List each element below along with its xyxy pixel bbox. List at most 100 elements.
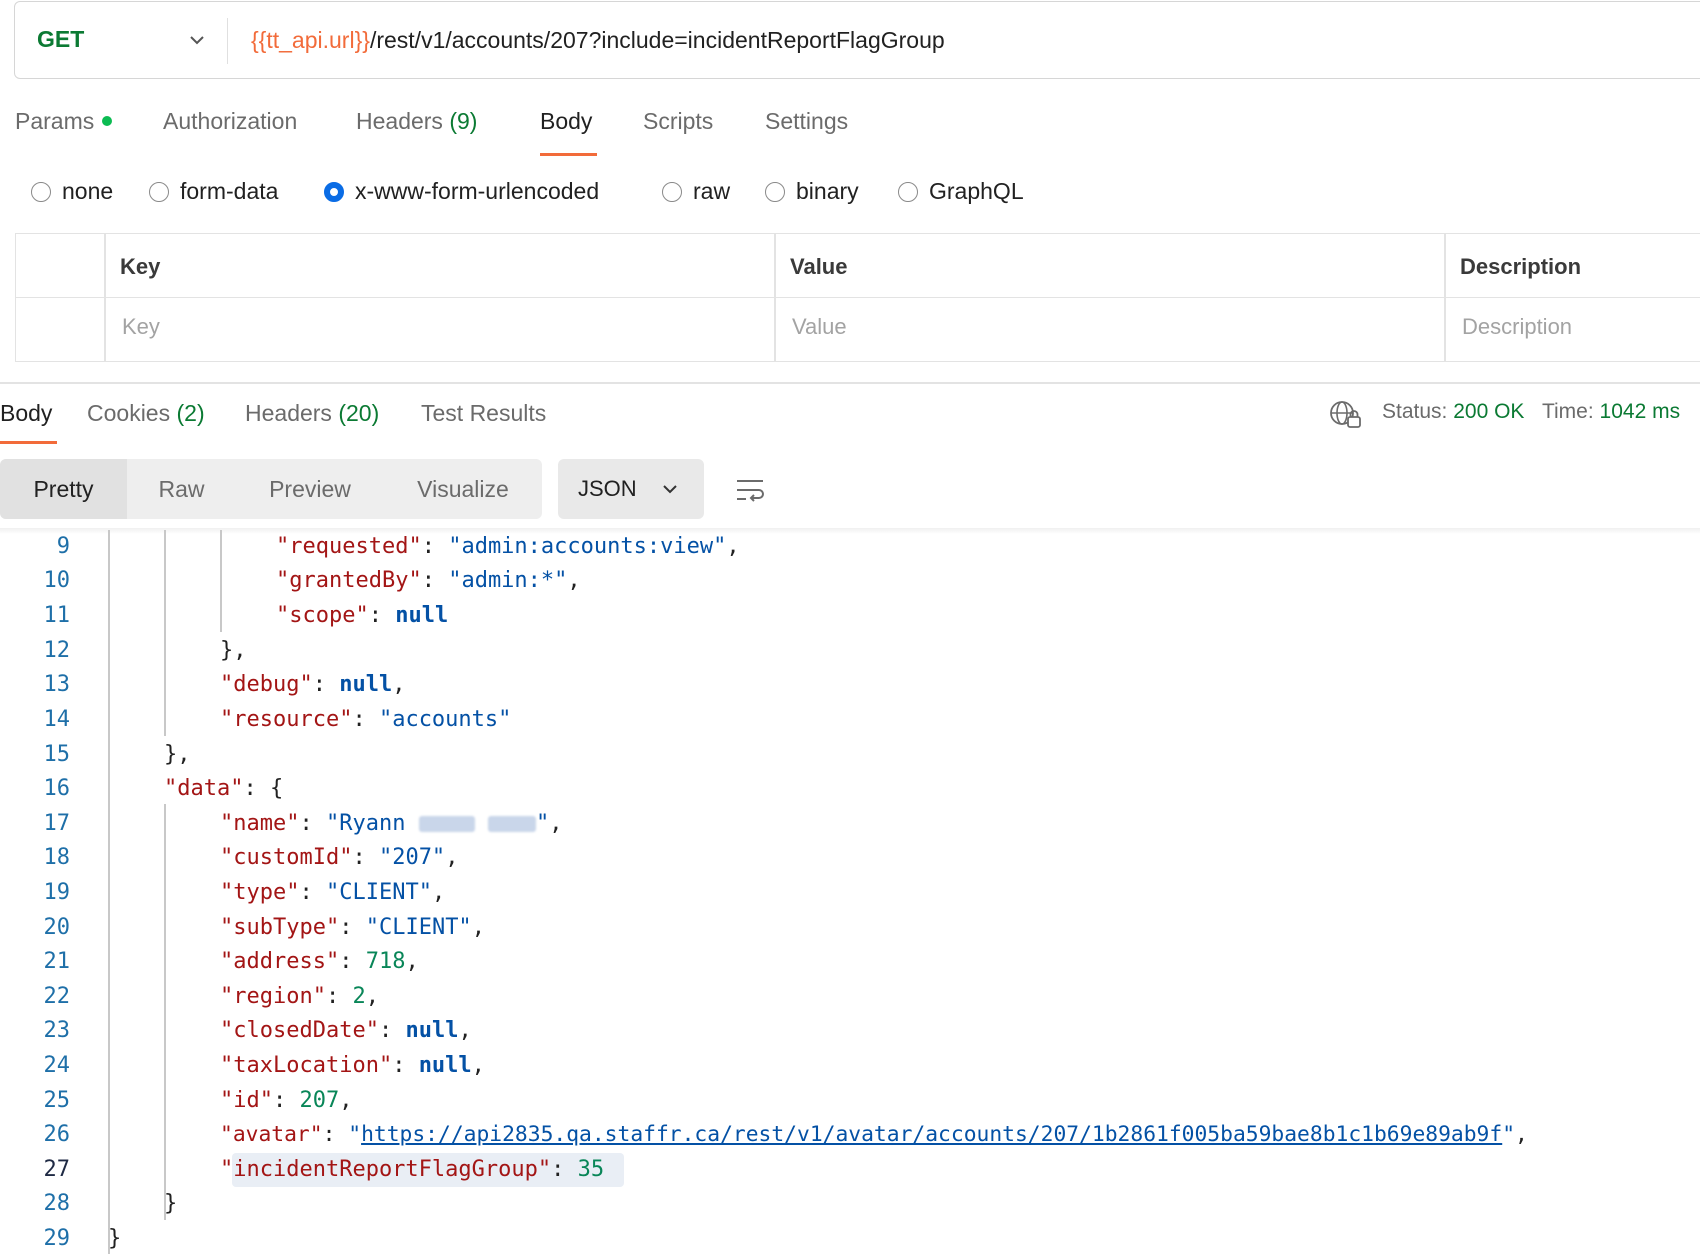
resp-tab-body[interactable]: Body — [0, 400, 52, 427]
url-input[interactable]: {{tt_api.url}}/rest/v1/accounts/207?incl… — [251, 27, 945, 54]
code-line: 25 "id": 207, — [0, 1084, 1700, 1118]
tab-headers-label: Headers — [356, 108, 443, 134]
code-line: 19 "type": "CLIENT", — [0, 876, 1700, 910]
tab-settings[interactable]: Settings — [765, 108, 848, 135]
radio-graphql[interactable]: GraphQL — [898, 178, 1024, 205]
json-number: 207 — [299, 1088, 340, 1113]
chevron-down-icon[interactable] — [187, 30, 207, 50]
line-number: 13 — [43, 672, 71, 697]
code-line: 26 "avatar": "https://api2835.qa.staffr.c… — [0, 1118, 1700, 1152]
code-line: 10 "grantedBy": "admin:*", — [0, 564, 1700, 598]
code-line: 28} — [0, 1187, 1700, 1221]
resp-tab-headers-label: Headers — [245, 400, 332, 426]
radio-binary[interactable]: binary — [765, 178, 859, 205]
response-status: Status: 200 OK Time: 1042 ms — [1382, 400, 1680, 424]
json-key: "name" — [220, 811, 300, 836]
line-number: 17 — [43, 811, 71, 836]
key-input[interactable]: Key — [122, 314, 160, 340]
json-string: "CLIENT" — [325, 880, 432, 905]
resp-tab-tests[interactable]: Test Results — [421, 400, 546, 427]
url-bar: GET {{tt_api.url}}/rest/v1/accounts/207?… — [14, 1, 1700, 79]
json-key: "closedDate" — [220, 1018, 379, 1043]
json-string: "CLIENT" — [365, 915, 472, 940]
code-line: 22 "region": 2, — [0, 980, 1700, 1014]
line-number: 16 — [43, 776, 71, 801]
json-brace: } — [164, 1191, 178, 1216]
json-key: "grantedBy" — [276, 568, 422, 593]
json-null: null — [339, 672, 393, 697]
json-string: "Ryann — [325, 811, 406, 836]
body-type-radios: none form-data x-www-form-urlencoded raw… — [0, 178, 1700, 214]
tab-params[interactable]: Params — [15, 108, 113, 135]
redacted-text — [418, 816, 475, 832]
tab-authorization[interactable]: Authorization — [163, 108, 297, 135]
kv-header-row — [16, 234, 1700, 298]
json-key: "subType" — [220, 915, 340, 940]
view-pretty-button[interactable]: Pretty — [0, 459, 127, 519]
kv-divider — [104, 234, 106, 361]
active-resp-tab-indicator — [0, 441, 57, 444]
kv-header-key: Key — [120, 254, 161, 279]
json-brace: } — [108, 1226, 122, 1251]
description-input[interactable]: Description — [1462, 314, 1572, 340]
tab-body[interactable]: Body — [540, 108, 592, 135]
view-mode-segment: Pretty Raw Preview Visualize — [0, 459, 542, 519]
radio-urlencoded[interactable]: x-www-form-urlencoded — [324, 178, 599, 205]
view-raw-button[interactable]: Raw — [127, 459, 236, 519]
code-line: 27 "incidentReportFlagGroup": 35 — [0, 1153, 1700, 1187]
format-select[interactable]: JSON — [558, 459, 704, 519]
radio-raw[interactable]: raw — [662, 178, 730, 205]
radio-urlencoded-label: x-www-form-urlencoded — [355, 178, 600, 204]
status-value[interactable]: 200 OK — [1453, 400, 1524, 423]
line-number: 28 — [43, 1191, 71, 1216]
json-number: 35 — [577, 1157, 605, 1182]
code-line: 9 "requested": "admin:accounts:view", — [0, 530, 1700, 564]
code-line: 24 "taxLocation": null, — [0, 1049, 1700, 1083]
radio-none[interactable]: none — [31, 178, 113, 205]
code-line: 29} — [0, 1222, 1700, 1256]
radio-binary-label: binary — [796, 178, 859, 204]
section-divider — [0, 382, 1700, 384]
json-key: "data" — [164, 776, 244, 801]
url-variable: {{tt_api.url}} — [251, 27, 370, 53]
radio-form-data[interactable]: form-data — [149, 178, 278, 205]
time-value[interactable]: 1042 ms — [1600, 400, 1681, 423]
line-number: 18 — [43, 845, 71, 870]
json-key: "type" — [220, 880, 300, 905]
view-visualize-button[interactable]: Visualize — [384, 459, 542, 519]
resp-tab-headers-count: (20) — [338, 400, 380, 426]
radio-raw-label: raw — [693, 178, 731, 204]
radio-circle — [31, 181, 51, 202]
avatar-url-link[interactable]: https://api2835.qa.staffr.ca/rest/v1/ava… — [361, 1122, 1502, 1147]
line-number: 10 — [43, 568, 71, 593]
json-key: "incidentReportFlagGroup" — [220, 1157, 552, 1182]
json-string: "accounts" — [378, 707, 512, 732]
code-line: 15}, — [0, 738, 1700, 772]
url-separator — [227, 18, 228, 64]
line-number: 25 — [43, 1088, 71, 1113]
kv-divider — [774, 234, 776, 361]
status-label: Status: — [1382, 400, 1448, 423]
word-wrap-icon[interactable] — [734, 474, 766, 506]
resp-tab-headers[interactable]: Headers (20) — [245, 400, 379, 427]
kv-divider — [1444, 234, 1446, 361]
json-null: null — [405, 1018, 459, 1043]
network-globe-icon[interactable] — [1328, 398, 1362, 430]
code-line: 20 "subType": "CLIENT", — [0, 911, 1700, 945]
json-string: "admin:*" — [448, 568, 568, 593]
method-select[interactable]: GET — [37, 26, 84, 53]
value-input[interactable]: Value — [792, 314, 847, 340]
resp-tab-cookies[interactable]: Cookies (2) — [87, 400, 205, 427]
resp-tab-cookies-label: Cookies — [87, 400, 171, 426]
code-line: 18 "customId": "207", — [0, 841, 1700, 875]
json-key: "customId" — [220, 845, 353, 870]
json-key: "address" — [220, 949, 340, 974]
code-line: 13 "debug": null, — [0, 668, 1700, 702]
radio-circle — [662, 181, 682, 202]
tab-scripts[interactable]: Scripts — [643, 108, 713, 135]
params-active-dot — [102, 115, 113, 126]
line-number: 20 — [43, 915, 71, 940]
tab-headers[interactable]: Headers (9) — [356, 108, 477, 135]
view-preview-button[interactable]: Preview — [236, 459, 384, 519]
code-line: 16 "data": { — [0, 772, 1700, 806]
